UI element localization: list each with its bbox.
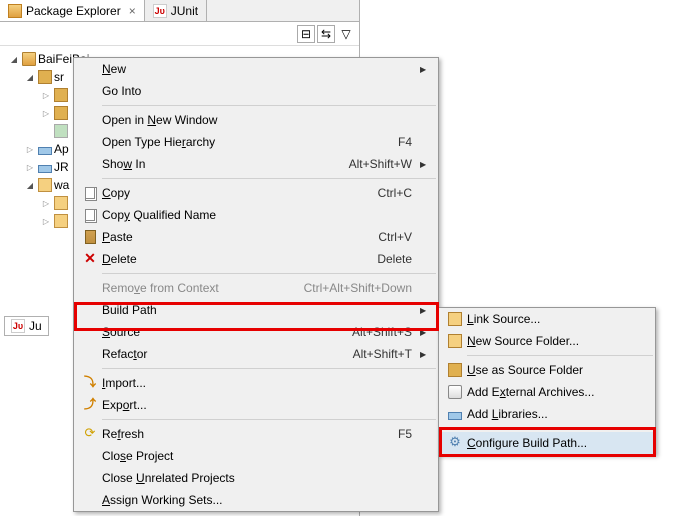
configure-icon: ⚙ [448,436,462,450]
view-toolbar: ⊟ ⇆ ▽ [0,22,359,46]
file-icon [54,124,68,138]
paste-icon [85,230,96,244]
junit-icon: Jυ [11,319,25,333]
archive-icon [448,385,462,399]
menu-open-type-hierarchy[interactable]: Open Type Hierarchy F4 [74,131,438,153]
menu-separator [102,368,436,369]
tree-label: JR [54,160,69,174]
copy-icon [85,187,95,199]
expand-icon[interactable] [24,72,36,83]
menu-refactor[interactable]: Refactor Alt+Shift+T [74,343,438,365]
menu-new[interactable]: New [74,58,438,80]
expand-icon[interactable] [40,90,52,101]
expand-icon[interactable] [24,180,36,191]
submenu-link-source[interactable]: Link Source... [439,308,655,330]
menu-show-in[interactable]: Show In Alt+Shift+W [74,153,438,175]
folder-icon [38,178,52,192]
menu-export[interactable]: ⤴ Export... [74,394,438,416]
tab-package-explorer[interactable]: Package Explorer × [0,0,145,21]
import-icon: ⤵ [83,376,97,390]
package-icon [8,4,22,18]
menu-assign-working-sets[interactable]: Assign Working Sets... [74,489,438,511]
package-icon [54,88,68,102]
link-editor-icon[interactable]: ⇆ [317,25,335,43]
menu-go-into[interactable]: Go Into [74,80,438,102]
menu-remove-context[interactable]: Remove from Context Ctrl+Alt+Shift+Down [74,277,438,299]
context-menu: New Go Into Open in New Window Open Type… [73,57,439,512]
link-source-icon [448,312,462,326]
menu-separator [102,419,436,420]
menu-import[interactable]: ⤵ Import... [74,372,438,394]
menu-separator [102,105,436,106]
menu-paste[interactable]: Paste Ctrl+V [74,226,438,248]
new-folder-icon [448,334,462,348]
library-icon [38,165,52,173]
menu-close-unrelated[interactable]: Close Unrelated Projects [74,467,438,489]
menu-copy-qualified[interactable]: Copy Qualified Name [74,204,438,226]
library-icon [448,412,462,420]
menu-close-project[interactable]: Close Project [74,445,438,467]
view-menu-icon[interactable]: ▽ [337,25,355,43]
menu-build-path[interactable]: Build Path [74,299,438,321]
folder-icon [54,196,68,210]
copy-icon [85,209,95,221]
submenu-use-as-source[interactable]: Use as Source Folder [439,359,655,381]
tab-label: Package Explorer [26,4,121,18]
menu-separator [102,178,436,179]
tab-label: Ju [29,319,42,333]
menu-separator [467,428,653,429]
menu-copy[interactable]: Copy Ctrl+C [74,182,438,204]
build-path-submenu: Link Source... New Source Folder... Use … [438,307,656,455]
project-icon [22,52,36,66]
package-icon [54,106,68,120]
delete-icon: ✕ [83,252,97,266]
tab-junit[interactable]: Jυ JUnit [145,0,207,21]
tree-label: wa [54,178,69,192]
junit-icon: Jυ [153,4,167,18]
export-icon: ⤴ [83,398,97,412]
expand-icon[interactable] [24,144,36,155]
menu-open-new-window[interactable]: Open in New Window [74,109,438,131]
menu-separator [467,355,653,356]
submenu-configure-build-path[interactable]: ⚙ Configure Build Path... [439,432,655,454]
menu-source[interactable]: Source Alt+Shift+S [74,321,438,343]
refresh-icon: ⟳ [83,427,97,441]
expand-icon[interactable] [40,216,52,227]
source-folder-icon [38,70,52,84]
menu-separator [102,273,436,274]
tab-label: JUnit [171,4,198,18]
expand-icon[interactable] [8,54,20,65]
folder-icon [54,214,68,228]
source-folder-icon [448,363,462,377]
close-icon[interactable]: × [129,4,136,18]
submenu-add-libraries[interactable]: Add Libraries... [439,403,655,425]
tree-label: sr [54,70,64,84]
collapse-all-icon[interactable]: ⊟ [297,25,315,43]
expand-icon[interactable] [40,108,52,119]
submenu-new-source-folder[interactable]: New Source Folder... [439,330,655,352]
submenu-add-external[interactable]: Add External Archives... [439,381,655,403]
bottom-tab[interactable]: Jυ Ju [4,316,49,336]
tree-label: Ap [54,142,69,156]
expand-icon[interactable] [40,198,52,209]
menu-refresh[interactable]: ⟳ Refresh F5 [74,423,438,445]
view-tabs: Package Explorer × Jυ JUnit [0,0,359,22]
expand-icon[interactable] [24,162,36,173]
library-icon [38,147,52,155]
menu-delete[interactable]: ✕ Delete Delete [74,248,438,270]
